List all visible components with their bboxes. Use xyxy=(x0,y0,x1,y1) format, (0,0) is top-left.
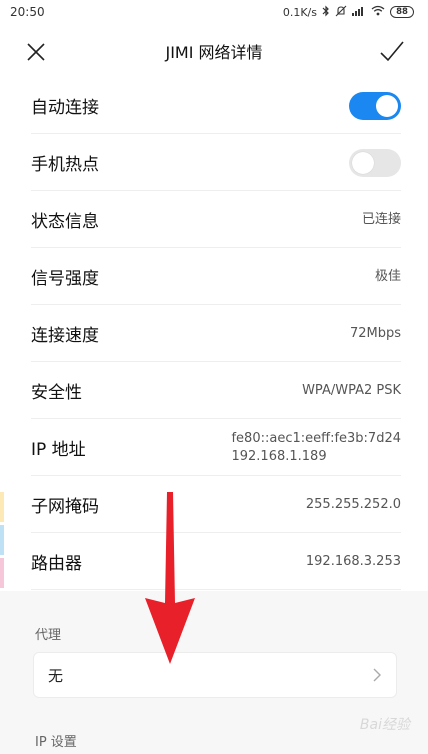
watermark-logo: Bai经验 xyxy=(359,717,410,733)
wifi-icon xyxy=(371,5,385,19)
hotspot-toggle[interactable] xyxy=(349,148,401,177)
auto-connect-toggle[interactable] xyxy=(349,91,401,120)
battery-icon: 88 xyxy=(390,6,414,18)
subnet-value: 255.255.252.0 xyxy=(305,496,401,512)
auto-connect-label: 自动连接 xyxy=(31,98,99,118)
status-label: 状态信息 xyxy=(31,212,99,232)
status-icons: 0.1K/s 88 xyxy=(283,5,414,20)
status-bar: 20:50 0.1K/s 88 xyxy=(0,0,428,24)
edge-decoration xyxy=(0,525,4,555)
proxy-section-label: 代理 xyxy=(35,628,62,643)
chevron-right-icon xyxy=(373,668,381,682)
toggle-knob xyxy=(352,151,374,174)
ipv4-value: 192.168.1.189 xyxy=(231,448,327,464)
ip-values: fe80::aec1:eeff:fe3b:7d24 192.168.1.189 xyxy=(231,430,401,466)
router-value: 192.168.3.253 xyxy=(305,553,401,569)
row-auto-connect[interactable]: 自动连接 xyxy=(0,77,428,134)
subnet-label: 子网掩码 xyxy=(31,497,99,517)
row-security: 安全性 WPA/WPA2 PSK xyxy=(0,362,428,419)
status-time: 20:50 xyxy=(10,5,45,19)
network-speed: 0.1K/s xyxy=(282,5,317,19)
proxy-value: 无 xyxy=(48,666,64,685)
row-hotspot[interactable]: 手机热点 xyxy=(0,134,428,191)
signal-icon xyxy=(352,5,366,19)
speed-label: 连接速度 xyxy=(31,326,99,346)
arrow-down-icon xyxy=(145,492,195,664)
security-label: 安全性 xyxy=(31,383,82,403)
row-speed: 连接速度 72Mbps xyxy=(0,305,428,362)
router-label: 路由器 xyxy=(31,554,82,574)
row-signal: 信号强度 极佳 xyxy=(0,248,428,305)
proxy-selector[interactable]: 无 xyxy=(33,652,397,698)
hotspot-label: 手机热点 xyxy=(31,155,99,175)
confirm-button[interactable] xyxy=(378,38,406,66)
row-router: 路由器 192.168.3.253 xyxy=(0,533,428,590)
row-status: 状态信息 已连接 xyxy=(0,191,428,248)
checkmark-icon xyxy=(380,41,404,62)
page-title: JIMI 网络详情 xyxy=(165,43,263,62)
ip-label: IP 地址 xyxy=(31,440,86,460)
security-value: WPA/WPA2 PSK xyxy=(302,382,401,398)
edge-decoration xyxy=(0,558,4,588)
bluetooth-icon xyxy=(322,5,330,20)
title-bar: JIMI 网络详情 xyxy=(0,24,428,78)
row-ip-address: IP 地址 fe80::aec1:eeff:fe3b:7d24 192.168.… xyxy=(0,419,428,476)
signal-label: 信号强度 xyxy=(31,269,99,289)
row-subnet: 子网掩码 255.255.252.0 xyxy=(0,476,428,533)
close-icon xyxy=(27,43,45,61)
ip-settings-section-label: IP 设置 xyxy=(35,735,77,750)
edge-decoration xyxy=(0,492,4,522)
signal-value: 极佳 xyxy=(374,268,401,284)
ipv6-value: fe80::aec1:eeff:fe3b:7d24 xyxy=(231,430,401,446)
status-value: 已连接 xyxy=(361,211,401,227)
mute-icon xyxy=(335,5,347,20)
speed-value: 72Mbps xyxy=(349,325,401,341)
toggle-knob xyxy=(376,94,398,117)
close-button[interactable] xyxy=(22,38,50,66)
